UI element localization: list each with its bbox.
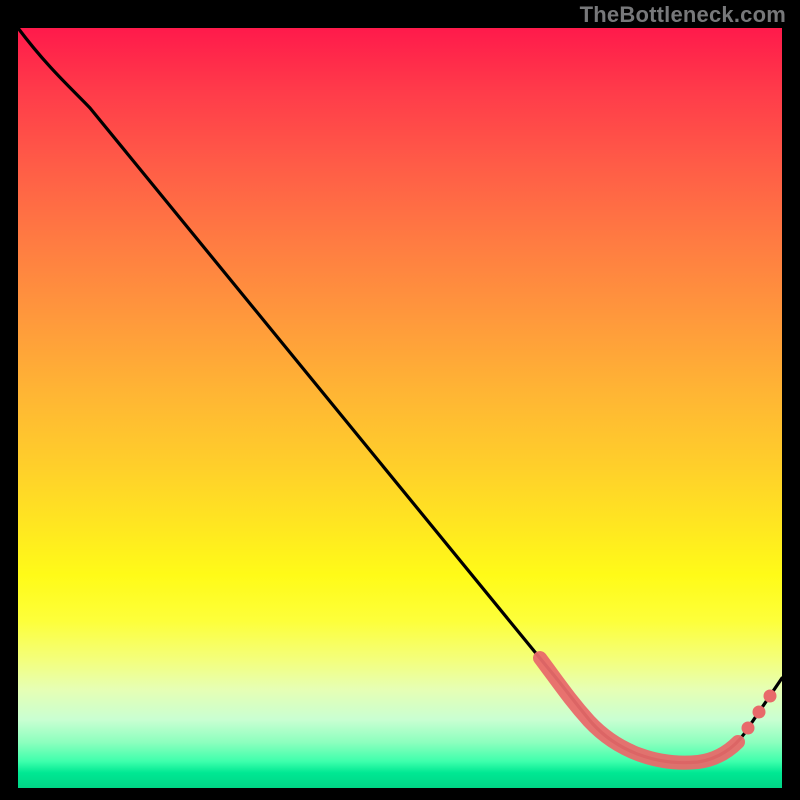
highlight-band (540, 658, 738, 763)
chart-overlay (18, 28, 782, 788)
marker-dot (764, 690, 777, 703)
bottleneck-curve (18, 28, 782, 763)
marker-dot (742, 722, 755, 735)
marker-dot (753, 706, 766, 719)
watermark-text: TheBottleneck.com (580, 2, 786, 28)
